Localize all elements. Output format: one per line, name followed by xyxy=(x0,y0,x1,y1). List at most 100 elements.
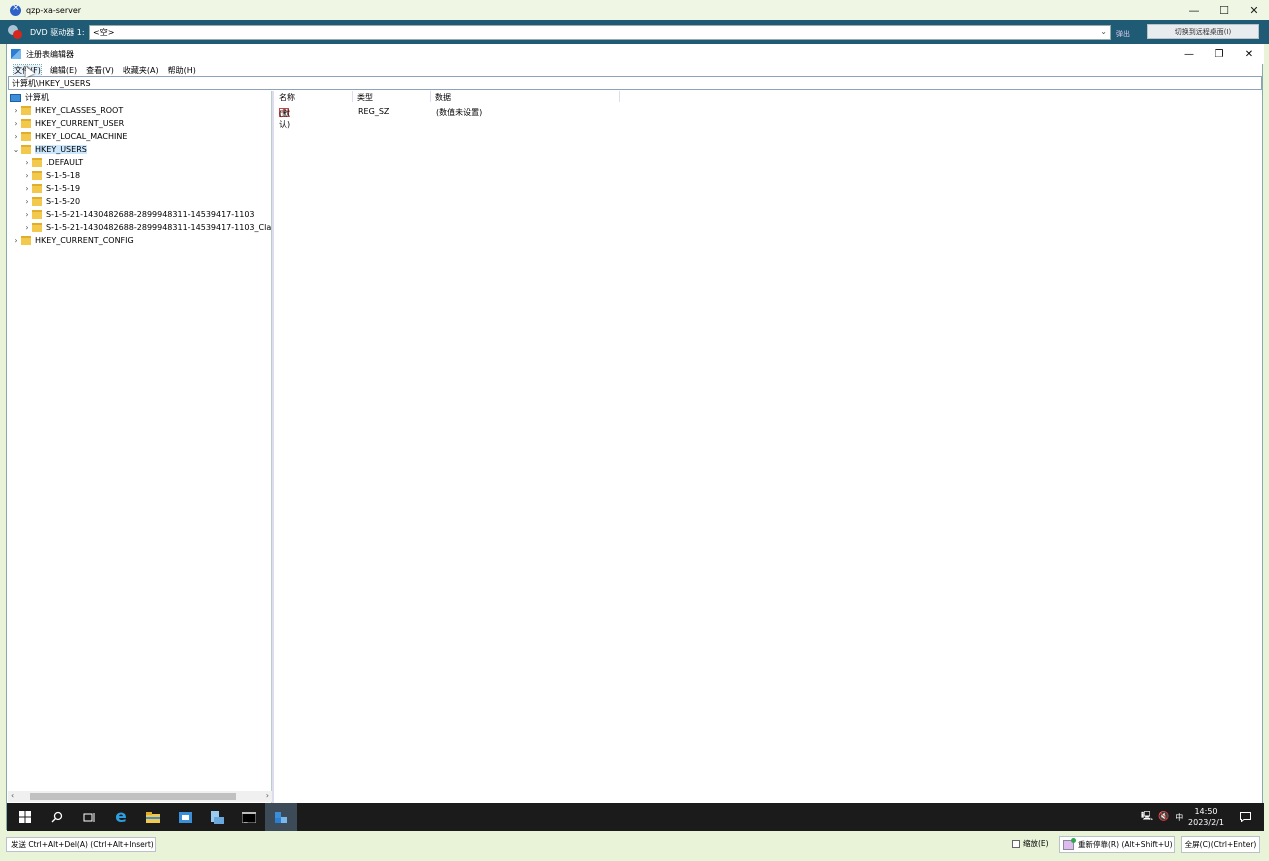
regedit-icon xyxy=(11,49,21,59)
folder-icon xyxy=(21,236,31,245)
regedit-taskbar-button[interactable] xyxy=(265,803,297,831)
internet-explorer-icon: e xyxy=(115,807,127,827)
values-list[interactable]: 名称 类型 数据 ab (默认) REG_SZ (数值未设置) xyxy=(274,91,1262,803)
folder-icon xyxy=(32,184,42,193)
tree-horizontal-scrollbar[interactable]: ‹ › xyxy=(8,791,272,802)
chevron-right-icon[interactable]: › xyxy=(11,132,21,141)
fullscreen-button[interactable]: 全屏(C)(Ctrl+Enter) xyxy=(1181,836,1260,853)
address-bar[interactable]: 计算机\HKEY_USERS xyxy=(8,76,1262,90)
chevron-right-icon[interactable]: › xyxy=(22,210,32,219)
regedit-title-bar[interactable]: 注册表编辑器 — ❐ ✕ xyxy=(7,44,1264,64)
volume-muted-icon[interactable]: 🔇 xyxy=(1158,812,1169,822)
file-explorer-button[interactable] xyxy=(137,803,169,831)
value-data: (数值未设置) xyxy=(436,108,483,117)
tree-item-default[interactable]: › .DEFAULT xyxy=(22,156,83,169)
chevron-right-icon[interactable]: › xyxy=(11,106,21,115)
tree-label: S-1-5-21-1430482688-2899948311-14539417-… xyxy=(46,223,272,232)
scroll-right-icon[interactable]: › xyxy=(266,791,269,800)
regedit-minimize-button[interactable]: — xyxy=(1174,44,1204,64)
column-separator[interactable] xyxy=(430,91,431,102)
dvd-media-select[interactable]: <空> ⌄ xyxy=(89,25,1111,40)
command-prompt-button[interactable]: _ xyxy=(233,803,265,831)
network-icon[interactable]: 🖳 xyxy=(1141,809,1153,825)
column-data-header[interactable]: 数据 xyxy=(435,92,451,103)
menu-edit[interactable]: 编辑(E) xyxy=(50,65,77,76)
redock-button[interactable]: 重新停靠(R) (Alt+Shift+U) xyxy=(1059,836,1175,853)
input-method-indicator[interactable]: 中 xyxy=(1175,812,1183,823)
tree-item-computer[interactable]: 计算机 xyxy=(10,91,49,104)
chevron-right-icon[interactable]: › xyxy=(22,197,32,206)
admin-tools-button[interactable] xyxy=(201,803,233,831)
tree-label-selected: HKEY_USERS xyxy=(35,145,87,154)
list-row[interactable]: ab (默认) REG_SZ (数值未设置) xyxy=(274,106,1262,129)
zoom-label: 缩放(E) xyxy=(1023,839,1049,848)
regedit-close-button[interactable]: ✕ xyxy=(1234,44,1264,64)
chevron-right-icon[interactable]: › xyxy=(22,158,32,167)
tree-item-user-sid-classes[interactable]: › S-1-5-21-1430482688-2899948311-1453941… xyxy=(22,221,272,234)
tree-label: S-1-5-20 xyxy=(46,197,81,206)
column-type-header[interactable]: 类型 xyxy=(357,92,373,103)
system-tray: 🖳 🔇 中 xyxy=(1141,803,1183,831)
tree-item-hkcr[interactable]: › HKEY_CLASSES_ROOT xyxy=(11,104,123,117)
host-title-bar[interactable]: qzp-xa-server — ☐ ✕ xyxy=(0,0,1269,20)
column-separator[interactable] xyxy=(619,91,620,102)
tree-item-s-1-5-19[interactable]: › S-1-5-19 xyxy=(22,182,80,195)
tree-item-hku[interactable]: ⌄ HKEY_USERS xyxy=(11,143,87,156)
menu-favorites[interactable]: 收藏夹(A) xyxy=(123,65,159,76)
search-button[interactable] xyxy=(41,803,73,831)
menu-help[interactable]: 帮助(H) xyxy=(168,65,196,76)
tree-item-s-1-5-20[interactable]: › S-1-5-20 xyxy=(22,195,80,208)
tree-label: .DEFAULT xyxy=(46,158,84,167)
tree-label: S-1-5-21-1430482688-2899948311-14539417-… xyxy=(46,210,255,219)
registry-tree[interactable]: 计算机 › HKEY_CLASSES_ROOT › HKEY_CURRENT_U… xyxy=(8,91,272,803)
column-name-header[interactable]: 名称 xyxy=(279,92,295,103)
host-window: qzp-xa-server — ☐ ✕ DVD 驱动器 1: <空> ⌄ 弹出 … xyxy=(0,0,1269,861)
chevron-down-icon[interactable]: ⌄ xyxy=(11,145,21,154)
tree-item-hklm[interactable]: › HKEY_LOCAL_MACHINE xyxy=(11,130,127,143)
tree-item-s-1-5-18[interactable]: › S-1-5-18 xyxy=(22,169,80,182)
eject-button[interactable]: 弹出 xyxy=(1116,29,1130,39)
internet-explorer-button[interactable]: e xyxy=(105,803,137,831)
tree-item-hkcu[interactable]: › HKEY_CURRENT_USER xyxy=(11,117,124,130)
tree-label: S-1-5-19 xyxy=(46,184,81,193)
close-button[interactable]: ✕ xyxy=(1239,0,1269,20)
host-title: qzp-xa-server xyxy=(26,5,82,15)
tree-item-user-sid[interactable]: › S-1-5-21-1430482688-2899948311-1453941… xyxy=(22,208,255,221)
value-type: REG_SZ xyxy=(358,107,390,116)
regedit-icon xyxy=(275,811,287,823)
remote-screen[interactable]: 注册表编辑器 — ❐ ✕ 文件(F) 编辑(E) 查看(V) 收藏夹(A) 帮助… xyxy=(6,44,1264,831)
chevron-right-icon[interactable]: › xyxy=(22,171,32,180)
task-view-button[interactable] xyxy=(73,803,105,831)
tree-label: HKEY_CLASSES_ROOT xyxy=(35,106,124,115)
maximize-button[interactable]: ☐ xyxy=(1209,0,1239,20)
minimize-button[interactable]: — xyxy=(1179,0,1209,20)
chevron-right-icon[interactable]: › xyxy=(11,236,21,245)
tree-label: S-1-5-18 xyxy=(46,171,81,180)
chevron-right-icon[interactable]: › xyxy=(22,184,32,193)
regedit-title: 注册表编辑器 xyxy=(26,49,74,59)
regedit-restore-button[interactable]: ❐ xyxy=(1204,44,1234,64)
scroll-thumb[interactable] xyxy=(30,793,236,800)
tree-item-hkcc[interactable]: › HKEY_CURRENT_CONFIG xyxy=(11,234,134,247)
tree-label: 计算机 xyxy=(25,93,49,102)
server-manager-button[interactable] xyxy=(169,803,201,831)
tree-label: HKEY_CURRENT_USER xyxy=(35,119,125,128)
folder-open-icon xyxy=(21,145,31,154)
chevron-right-icon[interactable]: › xyxy=(11,119,21,128)
taskbar-clock[interactable]: 14:50 2023/2/1 xyxy=(1184,806,1228,828)
chevron-right-icon[interactable]: › xyxy=(22,223,32,232)
host-bottom-bar: 发送 Ctrl+Alt+Del(A) (Ctrl+Alt+Insert) 缩放(… xyxy=(0,832,1269,861)
column-separator[interactable] xyxy=(352,91,353,102)
value-name-text: (默认) xyxy=(279,109,291,129)
scroll-left-icon[interactable]: ‹ xyxy=(11,791,14,800)
server-manager-icon xyxy=(178,811,192,823)
send-ctrl-alt-del-button[interactable]: 发送 Ctrl+Alt+Del(A) (Ctrl+Alt+Insert) xyxy=(6,837,156,852)
tree-label: HKEY_LOCAL_MACHINE xyxy=(35,132,128,141)
zoom-checkbox[interactable]: 缩放(E) xyxy=(1012,838,1049,849)
menu-bar: 文件(F) 编辑(E) 查看(V) 收藏夹(A) 帮助(H) xyxy=(7,63,1264,77)
menu-view[interactable]: 查看(V) xyxy=(86,65,114,76)
checkbox-box[interactable] xyxy=(1012,839,1020,848)
start-button[interactable] xyxy=(9,803,41,831)
switch-remote-desktop-button[interactable]: 切换到远程桌面(I) xyxy=(1147,24,1259,39)
action-center-button[interactable] xyxy=(1229,803,1261,831)
